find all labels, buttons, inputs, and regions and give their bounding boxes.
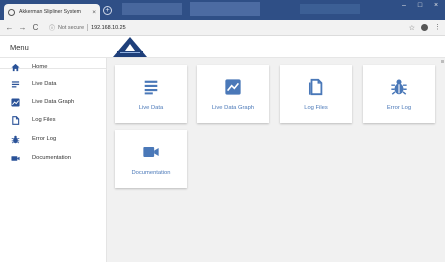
browser-menu-icon[interactable]: ⋮ <box>434 24 441 31</box>
close-window-button[interactable]: × <box>429 2 443 10</box>
error-log-bug-icon <box>389 77 409 97</box>
card-label: Live Data Graph <box>211 105 255 111</box>
error-log-bug-icon <box>11 135 20 144</box>
security-label[interactable]: Not secure <box>58 25 84 31</box>
card-label: Live Data <box>138 105 164 111</box>
url-separator <box>87 24 89 31</box>
sidebar-item-label: Live Data <box>32 81 57 87</box>
back-button[interactable]: ← <box>4 23 15 32</box>
sidebar-item-log-files[interactable]: Log Files <box>0 111 106 129</box>
home-icon <box>11 63 20 72</box>
live-data-icon <box>11 80 20 89</box>
favicon-icon <box>8 8 15 16</box>
sidebar-item-label: Documentation <box>32 155 71 161</box>
sidebar-item-documentation[interactable]: Documentation <box>0 149 106 167</box>
sidebar-item-home[interactable]: Home <box>0 58 106 76</box>
address-bar: ← → C ⓘ Not secure 192.168.10.25 ☆ ⋮ <box>0 20 445 36</box>
reload-button[interactable]: C <box>30 23 41 32</box>
info-icon[interactable]: ⓘ <box>49 23 55 32</box>
live-data-icon <box>141 77 161 97</box>
minimize-button[interactable]: – <box>397 2 411 10</box>
tab-close-icon[interactable]: × <box>92 9 96 16</box>
background-blur <box>190 2 260 16</box>
scrollbar[interactable] <box>441 60 444 63</box>
menu-title: Menu <box>10 43 29 52</box>
address-bar-actions: ☆ ⋮ <box>409 24 441 32</box>
sidebar-item-label: Log Files <box>32 117 56 123</box>
url-field[interactable]: 192.168.10.25 <box>91 25 409 31</box>
background-blur <box>300 4 360 14</box>
background-blur <box>122 3 182 15</box>
log-files-icon <box>306 77 326 97</box>
new-tab-button[interactable]: + <box>103 6 112 15</box>
forward-button[interactable]: → <box>17 23 28 32</box>
card-live-data-graph[interactable]: Live Data Graph <box>197 65 269 123</box>
sidebar: Home Live Data Live Data Graph Log Files… <box>0 58 107 262</box>
maximize-button[interactable]: □ <box>413 2 427 10</box>
card-label: Log Files <box>304 105 328 111</box>
sidebar-item-label: Error Log <box>32 136 57 142</box>
card-label: Error Log <box>386 105 412 111</box>
window-controls: – □ × <box>397 2 443 10</box>
documentation-video-icon <box>11 154 20 163</box>
sidebar-item-error-log[interactable]: Error Log <box>0 130 106 148</box>
account-icon[interactable] <box>421 24 428 31</box>
documentation-video-icon <box>141 142 161 162</box>
sidebar-item-label: Live Data Graph <box>32 99 75 105</box>
card-log-files[interactable]: Log Files <box>280 65 352 123</box>
sidebar-item-live-data[interactable]: Live Data <box>0 75 106 93</box>
card-error-log[interactable]: Error Log <box>363 65 435 123</box>
app-header: Menu <box>0 36 445 58</box>
browser-tab-bar: Akkerman Slipliner System × + – □ × <box>0 0 445 20</box>
browser-tab[interactable]: Akkerman Slipliner System × <box>4 4 100 20</box>
card-live-data[interactable]: Live Data <box>115 65 187 123</box>
live-data-graph-icon <box>223 77 243 97</box>
log-files-icon <box>11 115 20 125</box>
sidebar-item-live-data-graph[interactable]: Live Data Graph <box>0 93 106 111</box>
tab-title: Akkerman Slipliner System <box>19 9 81 15</box>
bookmark-star-icon[interactable]: ☆ <box>409 24 415 32</box>
card-label: Documentation <box>131 170 171 176</box>
main-content: Live Data Live Data Graph Log Files Erro… <box>107 58 445 262</box>
company-logo <box>113 37 147 57</box>
sidebar-item-label: Home <box>32 64 48 70</box>
live-data-graph-icon <box>11 97 20 107</box>
card-documentation[interactable]: Documentation <box>115 130 187 188</box>
